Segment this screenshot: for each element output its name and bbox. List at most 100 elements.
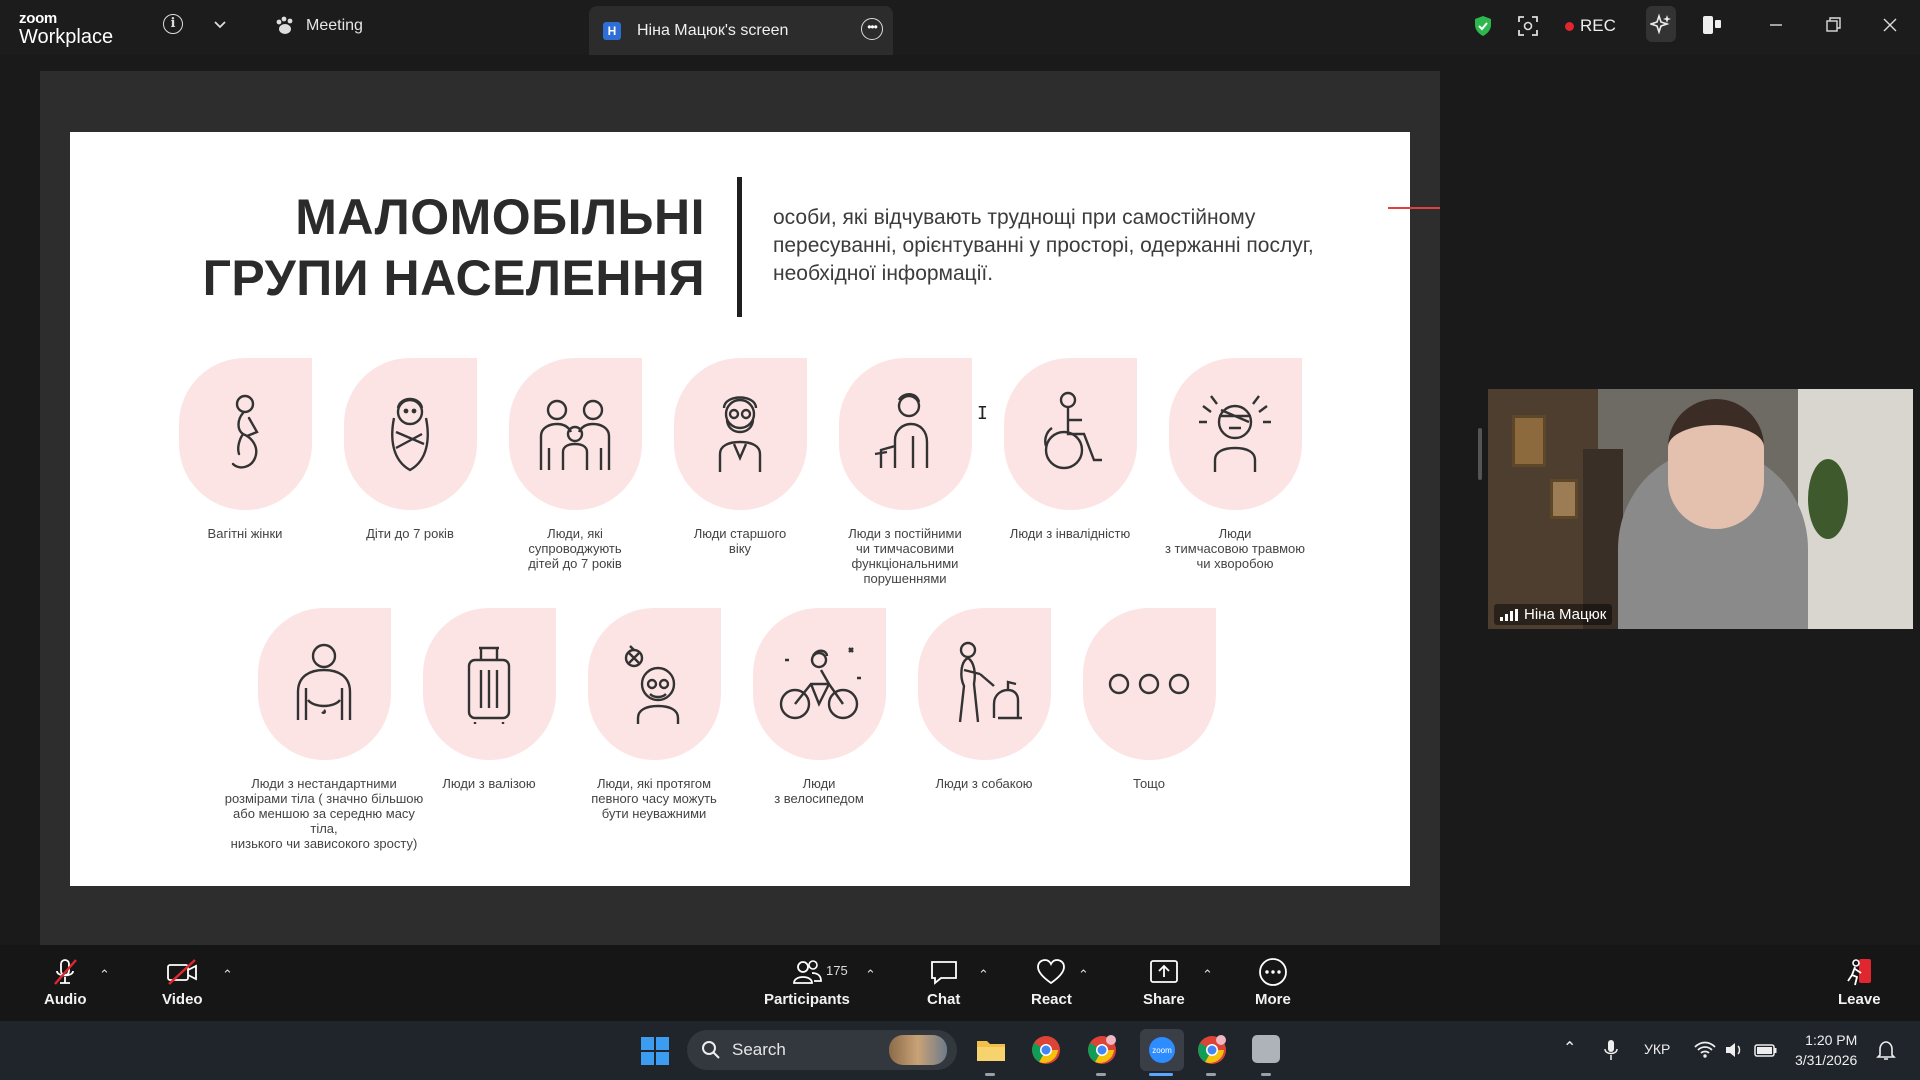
svg-text:zoom: zoom xyxy=(1152,1046,1172,1055)
shield-icon[interactable] xyxy=(1473,15,1493,37)
search-label: Search xyxy=(732,1040,786,1059)
tab-title: Ніна Мацюк's screen xyxy=(637,21,789,39)
more-button[interactable]: More xyxy=(1255,957,1291,1008)
cyclist-icon xyxy=(779,647,861,720)
microphone-icon[interactable] xyxy=(1604,1039,1618,1061)
participant-video-tile[interactable]: Ніна Мацюк xyxy=(1488,389,1913,629)
chevron-down-icon[interactable] xyxy=(212,16,228,32)
windows-start-icon[interactable] xyxy=(640,1036,670,1066)
wheelchair-icon xyxy=(1044,391,1102,470)
category-label: Тощо xyxy=(1133,776,1165,791)
injured-person-icon xyxy=(1199,395,1271,472)
meeting-controls: Audio ⌃ Video ⌃ Participants 175 ⌃ Chat … xyxy=(0,945,1920,1021)
minimize-icon[interactable] xyxy=(1765,14,1787,36)
file-explorer-icon[interactable] xyxy=(975,1035,1007,1065)
signal-strength-icon xyxy=(1500,608,1518,621)
leave-icon xyxy=(1847,959,1872,986)
chat-options-caret[interactable]: ⌃ xyxy=(978,967,989,983)
chat-icon xyxy=(930,961,957,985)
title-bar: zoom Workplace i Meeting Н Ніна Мацюк's … xyxy=(0,0,1920,55)
pregnant-woman-icon xyxy=(231,394,259,469)
chrome-profile-2-icon[interactable] xyxy=(1196,1034,1228,1066)
large-person-icon xyxy=(296,643,352,720)
participant-name-tag: Ніна Мацюк xyxy=(1494,604,1613,625)
video-options-caret[interactable]: ⌃ xyxy=(222,967,233,983)
volume-icon[interactable] xyxy=(1724,1041,1744,1059)
leave-label: Leave xyxy=(1838,991,1881,1008)
meeting-menu[interactable]: Meeting xyxy=(274,16,363,36)
rec-dot-icon xyxy=(1565,21,1574,31)
wifi-icon[interactable] xyxy=(1694,1041,1716,1059)
participant-name: Ніна Мацюк xyxy=(1524,606,1607,623)
close-icon[interactable] xyxy=(1879,14,1901,36)
share-screen-icon xyxy=(1149,960,1178,983)
language-indicator[interactable]: УКР xyxy=(1644,1041,1670,1057)
notification-bell-icon[interactable] xyxy=(1876,1039,1896,1061)
slide-title-line-2: ГРУПИ НАСЕЛЕННЯ xyxy=(202,250,705,306)
more-options-icon xyxy=(1259,958,1287,986)
participants-count: 175 xyxy=(826,963,848,978)
zoom-workplace-logo: zoom Workplace xyxy=(19,11,113,47)
restore-icon[interactable] xyxy=(1822,14,1844,36)
share-options-caret[interactable]: ⌃ xyxy=(1202,967,1213,983)
tab-shared-screen[interactable]: Н Ніна Мацюк's screen ••• xyxy=(589,6,893,55)
person-with-cane-icon xyxy=(874,393,929,468)
audio-options-caret[interactable]: ⌃ xyxy=(99,967,110,983)
clock-time: 1:20 PM xyxy=(1805,1032,1858,1048)
search-icon xyxy=(702,1041,720,1059)
zoom-taskbar-button[interactable]: zoom xyxy=(1140,1029,1184,1071)
chat-button[interactable]: Chat xyxy=(927,957,960,1008)
share-button[interactable]: Share xyxy=(1143,957,1185,1008)
recording-indicator[interactable]: REC xyxy=(1565,16,1616,36)
slide-description: особи, які відчувають труднощі при самос… xyxy=(773,206,1314,285)
microphone-muted-icon xyxy=(54,959,78,985)
battery-icon[interactable] xyxy=(1754,1041,1778,1059)
paw-icon xyxy=(276,16,293,34)
rec-label: REC xyxy=(1580,16,1616,35)
title-divider xyxy=(737,177,742,317)
windows-taskbar: Search zoom ⌃ УКР 1:20 PM 3/31/2026 xyxy=(0,1021,1920,1080)
suitcase-icon xyxy=(467,646,511,724)
participants-icon xyxy=(793,960,822,984)
react-button[interactable]: React xyxy=(1031,957,1072,1008)
side-panel-icon[interactable] xyxy=(1701,14,1723,36)
chrome-profile-icon[interactable] xyxy=(1086,1034,1118,1066)
taskbar-search[interactable]: Search xyxy=(687,1030,957,1070)
brand-top: zoom xyxy=(19,10,57,27)
chevron-up-icon[interactable]: ⌃ xyxy=(1563,1038,1576,1058)
ai-sparkle-icon xyxy=(1650,13,1671,35)
chrome-icon[interactable] xyxy=(1030,1034,1062,1066)
baby-icon xyxy=(391,397,429,472)
audio-button[interactable]: Audio xyxy=(44,957,87,1008)
scan-icon[interactable] xyxy=(1517,15,1539,37)
more-icon[interactable]: ••• xyxy=(861,18,883,40)
ai-companion-button[interactable] xyxy=(1646,6,1676,42)
react-options-caret[interactable]: ⌃ xyxy=(1078,967,1089,983)
slide-title: МАЛОМОБІЛЬНІ ГРУПИ НАСЕЛЕННЯ xyxy=(203,187,705,309)
person-with-dog-icon xyxy=(958,641,1022,723)
heart-icon xyxy=(1037,959,1066,985)
video-label: Video xyxy=(162,991,203,1008)
category-etc: Тощо xyxy=(1049,608,1249,791)
react-label: React xyxy=(1031,991,1072,1008)
ellipsis-icon xyxy=(1108,673,1190,695)
system-clock[interactable]: 1:20 PM 3/31/2026 xyxy=(1795,1030,1857,1070)
brand-bottom: Workplace xyxy=(19,26,114,48)
zoom-app-icon: zoom xyxy=(1149,1037,1175,1063)
participants-options-caret[interactable]: ⌃ xyxy=(865,967,876,983)
clock-date: 3/31/2026 xyxy=(1795,1052,1858,1068)
distracted-person-icon xyxy=(624,645,680,724)
video-button[interactable]: Video xyxy=(162,957,203,1008)
resize-handle[interactable] xyxy=(1478,428,1482,480)
more-label: More xyxy=(1255,991,1291,1008)
app-icon[interactable] xyxy=(1252,1035,1280,1063)
participants-label: Participants xyxy=(764,991,850,1008)
text-cursor-icon: I xyxy=(977,403,988,424)
camera-off-icon xyxy=(167,959,198,985)
info-icon[interactable]: i xyxy=(163,14,183,34)
participant-face xyxy=(1668,399,1764,529)
category-temporary-injury: Люди з тимчасовою травмою чи хворобою xyxy=(1135,358,1335,571)
elderly-man-icon xyxy=(718,396,762,472)
leave-button[interactable]: Leave xyxy=(1838,957,1881,1008)
share-label: Share xyxy=(1143,991,1185,1008)
